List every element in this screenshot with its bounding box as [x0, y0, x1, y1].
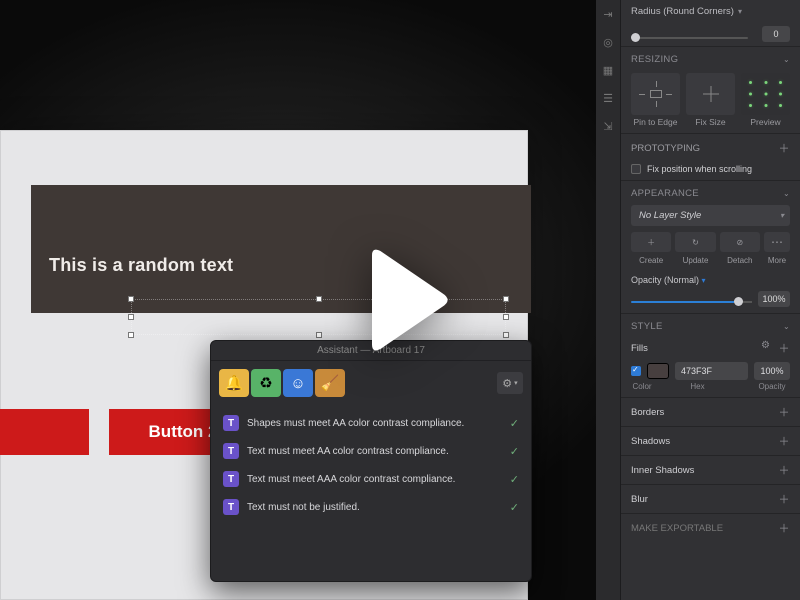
chevron-down-icon[interactable]: ▾	[738, 7, 742, 16]
fill-color-swatch[interactable]	[647, 363, 669, 379]
plus-icon[interactable]: ＋	[778, 520, 790, 536]
chevron-down-icon: ▾	[702, 276, 706, 285]
opacity-slider[interactable]	[631, 301, 752, 303]
fill-opacity-field[interactable]: 100%	[754, 362, 790, 380]
assistant-rule-item[interactable]: T Text must not be justified. ✓	[217, 493, 525, 521]
align-icon[interactable]: ⇥	[601, 8, 615, 22]
inspector-panel: Radius (Round Corners) ▾ 0 RESIZING⌄ Pin…	[620, 0, 800, 600]
chevron-down-icon: ⌄	[783, 189, 790, 198]
resize-labels: Pin to Edge Fix Size Preview	[621, 117, 800, 133]
dark-rectangle-layer[interactable]	[31, 185, 531, 313]
selection-handles[interactable]	[131, 299, 506, 335]
pin-to-edge-option[interactable]	[631, 73, 680, 115]
borders-row[interactable]: Borders＋	[621, 397, 800, 426]
fill-hex-field[interactable]: 473F3F	[675, 362, 748, 380]
plus-icon[interactable]: ＋	[778, 433, 790, 449]
shadows-row[interactable]: Shadows＋	[621, 426, 800, 455]
radius-slider[interactable]	[631, 29, 754, 39]
opacity-label[interactable]: Opacity (Normal) ▾	[631, 275, 790, 285]
resizing-section-header[interactable]: RESIZING⌄	[621, 47, 800, 69]
resize-handle-icon[interactable]	[503, 314, 509, 320]
selection-outline	[131, 299, 506, 335]
radius-label: Radius (Round Corners) ▾	[631, 6, 790, 17]
accessibility-assistant-window[interactable]: Assistant — Artboard 17 🔔 ♻︎ ☺ 🧹 ⚙▾ T Sh…	[210, 340, 532, 582]
gear-icon: ⚙	[502, 377, 512, 390]
fill-column-labels: Color Hex Opacity	[631, 382, 790, 391]
check-icon: ✓	[510, 473, 519, 486]
rule-label: Text must meet AAA color contrast compli…	[247, 474, 502, 485]
update-style-button[interactable]: ↻	[675, 232, 715, 252]
assistant-settings-button[interactable]: ⚙▾	[497, 372, 523, 394]
plus-icon[interactable]: ＋	[778, 404, 790, 420]
resize-handle-icon[interactable]	[503, 296, 509, 302]
assistant-recycle-icon[interactable]: ♻︎	[251, 369, 281, 397]
fix-size-option[interactable]	[686, 73, 735, 115]
grid-icon[interactable]: ▦	[601, 64, 615, 78]
assistant-toolbar: 🔔 ♻︎ ☺ 🧹 ⚙▾	[211, 361, 531, 405]
style-button-labels: Create Update Detach More	[621, 256, 800, 271]
fix-position-checkbox[interactable]: Fix position when scrolling	[621, 162, 800, 180]
resize-handle-icon[interactable]	[316, 332, 322, 338]
rule-badge-icon: T	[223, 499, 239, 515]
chevron-down-icon: ▾	[514, 379, 518, 387]
resize-handle-icon[interactable]	[503, 332, 509, 338]
assistant-rule-item[interactable]: T Text must meet AA color contrast compl…	[217, 437, 525, 465]
chevron-down-icon: ⌄	[783, 322, 790, 331]
plus-icon[interactable]: ＋	[778, 462, 790, 478]
assistant-accessibility-icon[interactable]: ☺	[283, 369, 313, 397]
assistant-broom-icon[interactable]: 🧹	[315, 369, 345, 397]
inspector-tab-strip: ⇥ ◎ ▦ ☰ ⇲	[596, 0, 620, 600]
window-title: Assistant — Artboard 17	[211, 341, 531, 361]
gear-icon[interactable]: ⚙	[761, 340, 770, 356]
appearance-section-header[interactable]: APPEARANCE⌄	[621, 181, 800, 203]
sample-text-layer[interactable]: This is a random text	[49, 255, 233, 276]
plus-icon[interactable]: ＋	[778, 340, 790, 356]
fill-enabled-checkbox[interactable]	[631, 366, 641, 376]
radius-value-field[interactable]: 0	[762, 26, 790, 42]
check-icon: ✓	[510, 417, 519, 430]
checkbox-icon[interactable]	[631, 164, 641, 174]
detach-style-button[interactable]: ⊘	[720, 232, 760, 252]
resize-preview-option[interactable]	[741, 73, 790, 115]
layer-style-dropdown[interactable]: No Layer Style▾	[631, 205, 790, 226]
export-arrow-icon[interactable]: ⇲	[601, 120, 615, 134]
rule-badge-icon: T	[223, 471, 239, 487]
fix-position-label: Fix position when scrolling	[647, 164, 752, 174]
style-section-header[interactable]: STYLE⌄	[621, 314, 800, 336]
opacity-value-field[interactable]: 100%	[758, 291, 790, 307]
assistant-rule-item[interactable]: T Text must meet AAA color contrast comp…	[217, 465, 525, 493]
assistant-rule-item[interactable]: T Shapes must meet AA color contrast com…	[217, 409, 525, 437]
stack-icon[interactable]: ☰	[601, 92, 615, 106]
check-icon: ✓	[510, 445, 519, 458]
resize-handle-icon[interactable]	[316, 296, 322, 302]
chevron-down-icon: ⌄	[783, 55, 790, 64]
rule-label: Text must not be justified.	[247, 502, 502, 513]
rule-badge-icon: T	[223, 415, 239, 431]
chevron-down-icon: ▾	[780, 211, 784, 220]
assistant-rules-list: T Shapes must meet AA color contrast com…	[211, 405, 531, 529]
make-exportable-row[interactable]: MAKE EXPORTABLE＋	[621, 513, 800, 542]
check-icon: ✓	[510, 501, 519, 514]
assistant-bell-icon[interactable]: 🔔	[219, 369, 249, 397]
resize-handle-icon[interactable]	[128, 296, 134, 302]
resize-handle-icon[interactable]	[128, 332, 134, 338]
plus-icon[interactable]: ＋	[778, 491, 790, 507]
rule-label: Text must meet AA color contrast complia…	[247, 446, 502, 457]
rule-badge-icon: T	[223, 443, 239, 459]
plus-icon[interactable]: ＋	[778, 140, 790, 156]
fills-label: Fills	[631, 343, 648, 354]
create-style-button[interactable]: ＋	[631, 232, 671, 252]
red-strip-layer[interactable]	[0, 409, 89, 455]
target-icon[interactable]: ◎	[601, 36, 615, 50]
prototyping-section-header[interactable]: PROTOTYPING＋	[621, 134, 800, 162]
rule-label: Shapes must meet AA color contrast compl…	[247, 418, 502, 429]
resizing-options	[621, 69, 800, 117]
blur-row[interactable]: Blur＋	[621, 484, 800, 513]
inner-shadows-row[interactable]: Inner Shadows＋	[621, 455, 800, 484]
resize-handle-icon[interactable]	[128, 314, 134, 320]
more-style-button[interactable]: ⋯	[764, 232, 790, 252]
